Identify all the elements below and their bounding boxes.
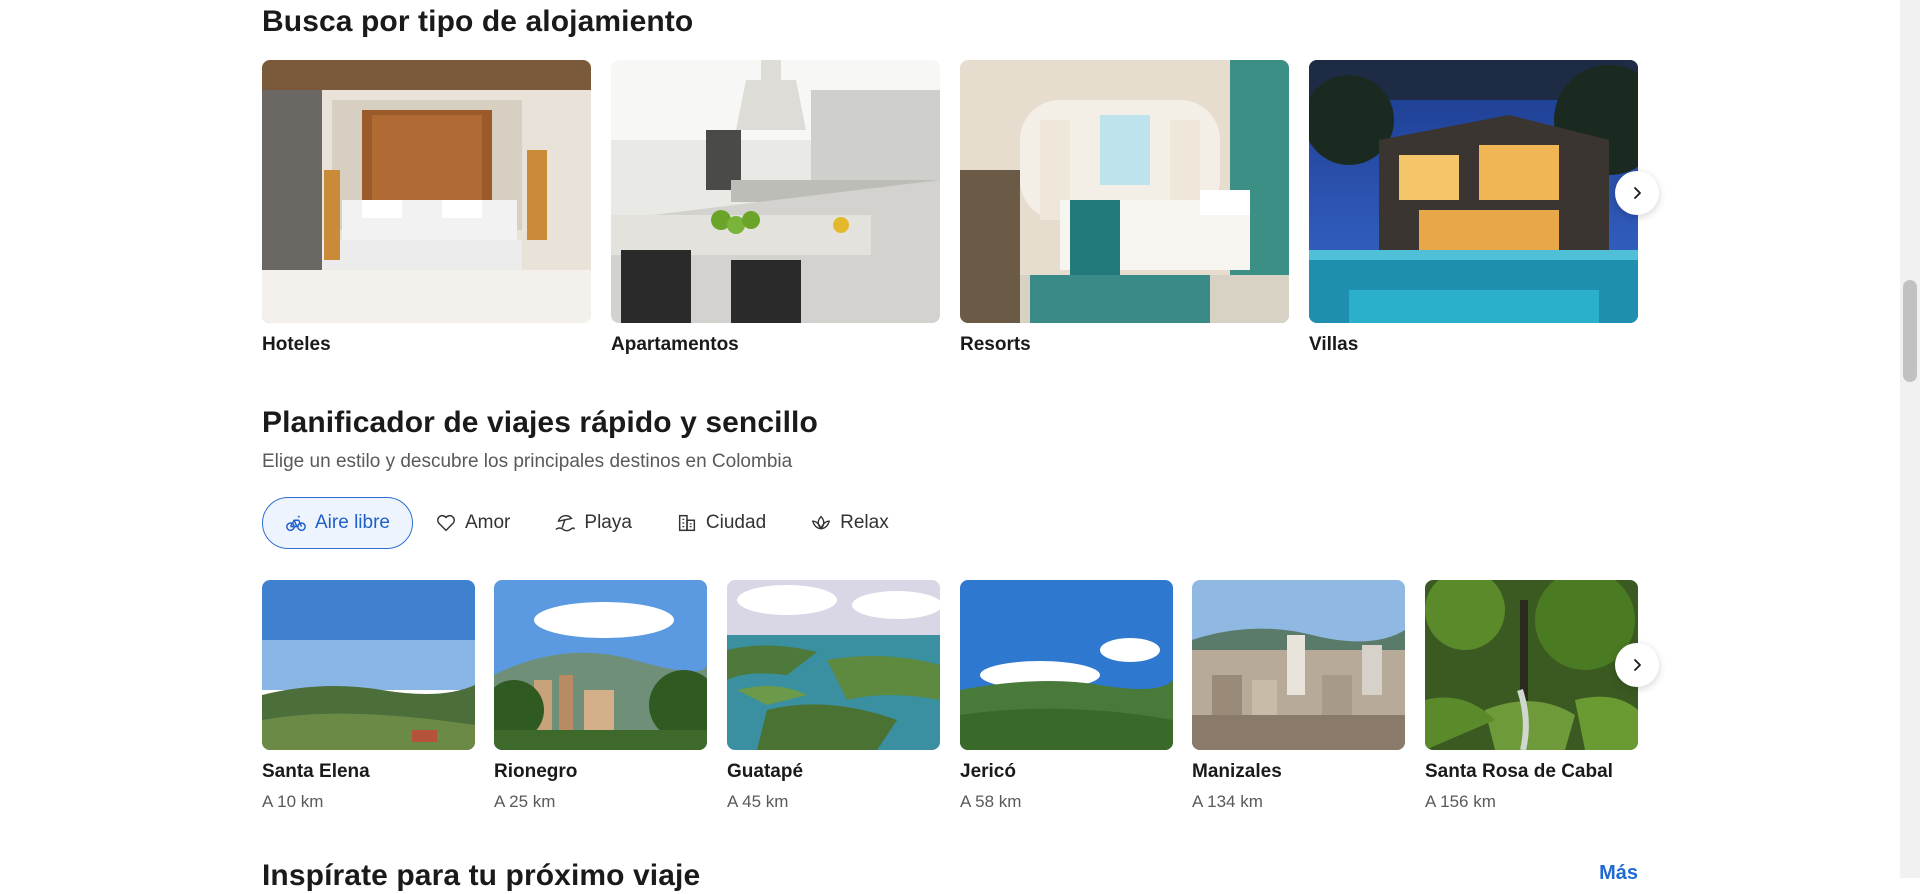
destination-card-santa-rosa-de-cabal[interactable]: Santa Rosa de Cabal A 156 km [1425,580,1638,813]
destination-distance: A 134 km [1192,792,1263,811]
style-chip-label: Aire libre [315,512,390,533]
destination-distance: A 45 km [727,792,789,811]
inspiration-section-title: Inspírate para tu próximo viaje [262,859,701,892]
hotel-room-image[interactable] [262,60,591,323]
destination-card-manizales[interactable]: Manizales A 134 km [1192,580,1405,813]
planner-section-title: Planificador de viajes rápido y sencillo [262,406,818,439]
accommodation-label: Resorts [960,334,1031,355]
villa-pool-image[interactable] [1309,60,1638,323]
accommodation-label: Villas [1309,334,1359,355]
more-link[interactable]: Más [1599,862,1638,885]
destination-name: Santa Rosa de Cabal [1425,761,1613,782]
accommodation-carousel: Hoteles Apartamentos Resorts Villas [262,60,1659,360]
style-chip-label: Relax [840,512,889,533]
style-chip-amor[interactable]: Amor [413,497,532,549]
destination-image[interactable] [1192,580,1405,750]
destination-card-guatape[interactable]: Guatapé A 45 km [727,580,940,813]
bicycle-icon [286,515,306,532]
accommodation-label: Apartamentos [611,334,739,355]
style-chip-label: Ciudad [705,512,767,533]
heart-icon [437,514,455,532]
chevron-right-icon [1634,187,1641,199]
destination-distance: A 25 km [494,792,556,811]
accommodation-label: Hoteles [262,334,331,355]
scrollbar-thumb[interactable] [1903,280,1917,382]
resort-room-image[interactable] [960,60,1289,323]
destination-image[interactable] [960,580,1173,750]
accommodation-card-hoteles[interactable]: Hoteles [262,60,591,357]
destination-card-rionegro[interactable]: Rionegro A 25 km [494,580,707,813]
destination-image[interactable] [262,580,475,750]
lotus-icon [812,515,831,530]
destination-image[interactable] [494,580,707,750]
destination-name: Jericó [960,761,1016,782]
destination-name: Rionegro [494,761,578,782]
style-chip-label: Amor [464,512,511,533]
destination-name: Santa Elena [262,761,370,782]
apartment-kitchen-image[interactable] [611,60,940,323]
chevron-right-icon [1634,659,1641,671]
style-chip-playa[interactable]: Playa [532,497,654,549]
destination-card-jerico[interactable]: Jericó A 58 km [960,580,1173,813]
style-chip-ciudad[interactable]: Ciudad [654,497,788,549]
destination-distance: A 156 km [1425,792,1496,811]
destination-image[interactable] [727,580,940,750]
destination-next-button[interactable] [1615,643,1659,687]
accommodation-section-title: Busca por tipo de alojamiento [262,5,694,38]
destination-name: Guatapé [727,761,804,782]
destination-carousel: Santa Elena A 10 km Rionegro A 25 km Gua… [262,580,1659,820]
accommodation-card-villas[interactable]: Villas [1309,60,1638,357]
accommodation-card-resorts[interactable]: Resorts [960,60,1289,357]
city-icon [678,514,695,532]
planner-subtitle: Elige un estilo y descubre los principal… [262,451,793,472]
style-chip-aire-libre[interactable]: Aire libre [262,497,413,549]
destination-distance: A 58 km [960,792,1022,811]
destination-distance: A 10 km [262,792,324,811]
page-scrollbar[interactable] [1900,0,1920,878]
style-chip-label: Playa [584,512,632,533]
beach-icon [555,514,576,532]
style-chip-relax[interactable]: Relax [788,497,911,549]
destination-card-santa-elena[interactable]: Santa Elena A 10 km [262,580,475,813]
destination-image[interactable] [1425,580,1638,750]
destination-name: Manizales [1192,761,1282,782]
accommodation-next-button[interactable] [1615,171,1659,215]
travel-style-tabs: Aire libre Amor Playa Ciudad Relax [262,496,911,550]
accommodation-card-apartamentos[interactable]: Apartamentos [611,60,940,357]
